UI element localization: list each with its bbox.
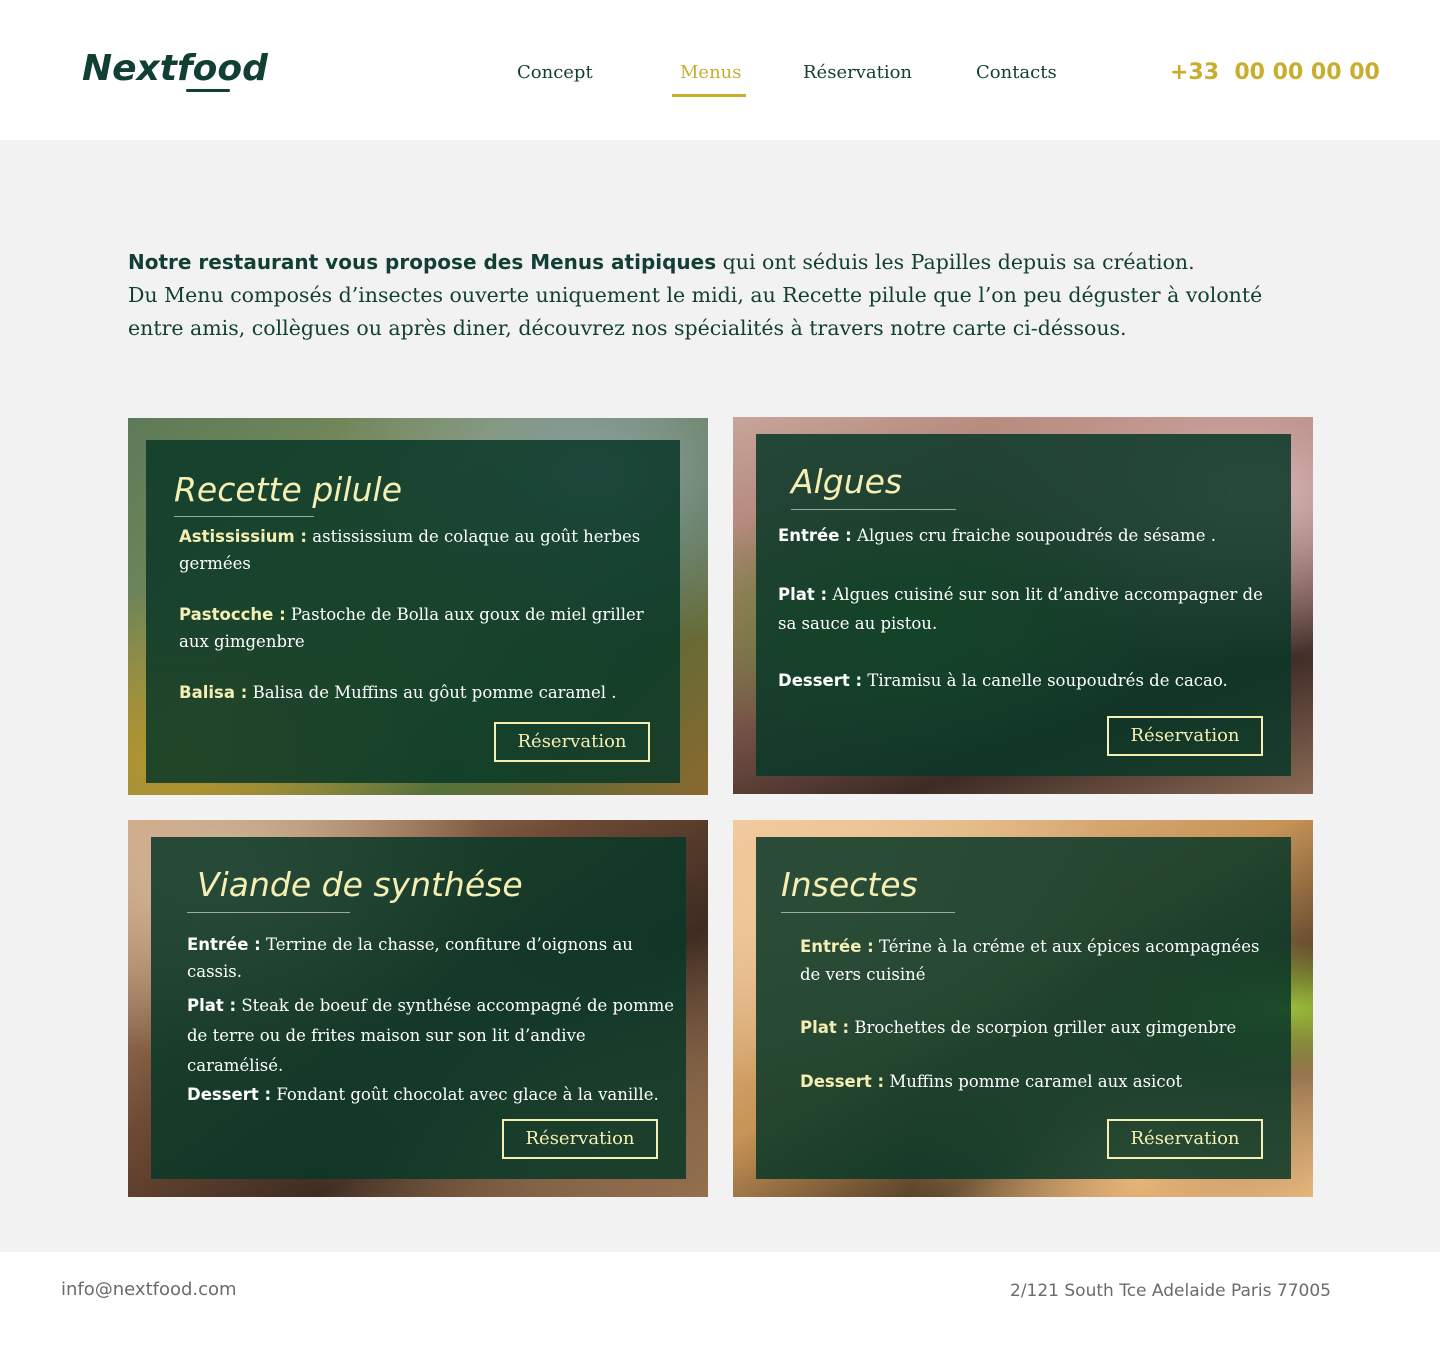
title-underline: [781, 912, 955, 913]
intro-bold: Notre restaurant vous propose des Menus …: [128, 250, 717, 274]
menu-item: Plat : Brochettes de scorpion griller au…: [800, 1014, 1270, 1041]
item-text: Steak de boeuf de synthése accompagné de…: [187, 996, 675, 1075]
intro-line2: Du Menu composés d’insectes ouverte uniq…: [128, 283, 1263, 340]
item-label: Dessert :: [187, 1085, 272, 1104]
menu-item: Astississium : astississium de colaque a…: [179, 523, 649, 577]
reservation-button[interactable]: Réservation: [1107, 716, 1263, 756]
card-title: Viande de synthése: [197, 865, 523, 904]
item-label: Entrée :: [187, 935, 261, 954]
menu-item: Plat : Algues cuisiné sur son lit d’andi…: [778, 580, 1268, 638]
menu-item: Pastocche : Pastoche de Bolla aux goux d…: [179, 601, 649, 655]
item-text: Tiramisu à la canelle soupoudrés de caca…: [862, 671, 1228, 690]
item-label: Pastocche :: [179, 605, 286, 624]
site-footer: info@nextfood.com 2/121 South Tce Adelai…: [0, 1252, 1440, 1353]
card-title: Algues: [791, 462, 903, 501]
reservation-button[interactable]: Réservation: [502, 1119, 658, 1159]
menu-card-algues: Algues Entrée : Algues cru fraiche soupo…: [733, 417, 1313, 794]
menu-card-viande-de-synthese: Viande de synthése Entrée : Terrine de l…: [128, 820, 708, 1197]
menu-item: Entrée : Térine à la créme et aux épices…: [800, 933, 1260, 989]
item-text: Algues cuisiné sur son lit d’andive acco…: [778, 585, 1263, 633]
menu-item: Entrée : Algues cru fraiche soupoudrés d…: [778, 522, 1268, 549]
card-panel: Viande de synthése Entrée : Terrine de l…: [151, 837, 686, 1179]
site-header: Nextfood Concept Menus Réservation Conta…: [0, 0, 1440, 140]
title-underline: [174, 516, 314, 517]
nav-menus[interactable]: Menus: [680, 62, 742, 83]
phone-number[interactable]: +33 00 00 00 00: [1170, 60, 1380, 85]
item-label: Plat :: [800, 1018, 850, 1037]
item-text: Brochettes de scorpion griller aux gimge…: [849, 1018, 1237, 1037]
card-panel: Insectes Entrée : Térine à la créme et a…: [756, 837, 1291, 1179]
footer-email[interactable]: info@nextfood.com: [61, 1279, 237, 1300]
item-label: Entrée :: [778, 526, 852, 545]
item-text: Muffins pomme caramel aux asicot: [884, 1072, 1183, 1091]
nav-reservation[interactable]: Réservation: [803, 62, 912, 83]
menu-item: Plat : Steak de boeuf de synthése accomp…: [187, 991, 677, 1081]
logo-smile-mark: [186, 89, 230, 92]
intro-rest: qui ont séduis les Papilles depuis sa cr…: [716, 250, 1195, 274]
card-title: Insectes: [781, 865, 918, 904]
footer-address: 2/121 South Tce Adelaide Paris 77005: [1010, 1281, 1331, 1301]
card-panel: Algues Entrée : Algues cru fraiche soupo…: [756, 434, 1291, 776]
menu-item: Dessert : Tiramisu à la canelle soupoudr…: [778, 667, 1268, 694]
item-label: Plat :: [778, 585, 828, 604]
menu-item: Entrée : Terrine de la chasse, confiture…: [187, 931, 677, 985]
item-text: Fondant goût chocolat avec glace à la va…: [271, 1085, 659, 1104]
item-label: Dessert :: [778, 671, 863, 690]
reservation-button[interactable]: Réservation: [494, 722, 650, 762]
menu-item: Balisa : Balisa de Muffins au gôut pomme…: [179, 679, 649, 706]
nav-concept[interactable]: Concept: [517, 62, 593, 83]
title-underline: [791, 509, 956, 510]
item-label: Dessert :: [800, 1072, 885, 1091]
menu-item: Dessert : Fondant goût chocolat avec gla…: [187, 1081, 677, 1108]
title-underline: [187, 912, 350, 913]
menu-card-recette-pilule: Recette pilule Astississium : astississi…: [128, 418, 708, 795]
item-label: Plat :: [187, 996, 237, 1015]
nav-contacts[interactable]: Contacts: [976, 62, 1057, 83]
card-title: Recette pilule: [174, 470, 403, 509]
menu-item: Dessert : Muffins pomme caramel aux asic…: [800, 1068, 1270, 1095]
item-label: Balisa :: [179, 683, 248, 702]
logo[interactable]: Nextfood: [82, 48, 268, 89]
card-panel: Recette pilule Astississium : astississi…: [146, 440, 680, 783]
item-label: Astississium :: [179, 527, 308, 546]
menu-card-insectes: Insectes Entrée : Térine à la créme et a…: [733, 820, 1313, 1197]
item-text: Algues cru fraiche soupoudrés de sésame …: [851, 526, 1216, 545]
item-label: Entrée :: [800, 937, 874, 956]
nav-active-indicator: [672, 94, 746, 97]
reservation-button[interactable]: Réservation: [1107, 1119, 1263, 1159]
intro-text: Notre restaurant vous propose des Menus …: [128, 246, 1298, 345]
item-text: Balisa de Muffins au gôut pomme caramel …: [247, 683, 617, 702]
